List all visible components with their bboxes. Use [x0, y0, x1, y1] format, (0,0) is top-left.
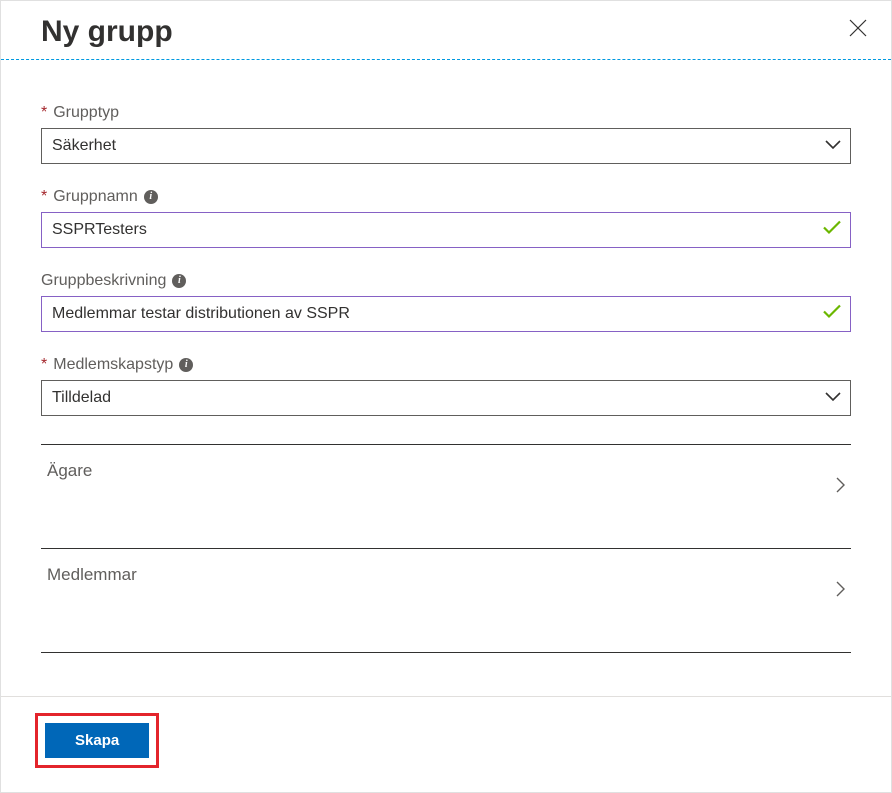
chevron-right-icon	[836, 461, 851, 498]
group-type-value: Säkerhet	[52, 137, 116, 155]
chevron-right-icon	[836, 565, 851, 602]
info-icon[interactable]: i	[144, 190, 158, 204]
group-description-input[interactable]	[41, 296, 851, 332]
create-button-highlight: Skapa	[35, 713, 159, 768]
owners-link[interactable]: Ägare	[41, 444, 851, 548]
membership-type-select[interactable]: Tilldelad	[41, 380, 851, 416]
panel-title: Ny grupp	[41, 15, 173, 49]
group-type-label: Grupptyp	[53, 104, 119, 122]
group-name-input[interactable]	[41, 212, 851, 248]
members-link[interactable]: Medlemmar	[41, 548, 851, 653]
group-type-select[interactable]: Säkerhet	[41, 128, 851, 164]
close-icon	[849, 19, 867, 37]
required-indicator: *	[41, 104, 47, 122]
membership-type-value: Tilldelad	[52, 389, 111, 407]
owners-label: Ägare	[41, 461, 92, 481]
group-description-label: Gruppbeskrivning	[41, 272, 166, 290]
create-button[interactable]: Skapa	[45, 723, 149, 758]
info-icon[interactable]: i	[179, 358, 193, 372]
required-indicator: *	[41, 188, 47, 206]
membership-type-label: Medlemskapstyp	[53, 356, 173, 374]
members-label: Medlemmar	[41, 565, 137, 585]
close-button[interactable]	[849, 15, 871, 41]
info-icon[interactable]: i	[172, 274, 186, 288]
required-indicator: *	[41, 356, 47, 374]
group-name-label: Gruppnamn	[53, 188, 138, 206]
